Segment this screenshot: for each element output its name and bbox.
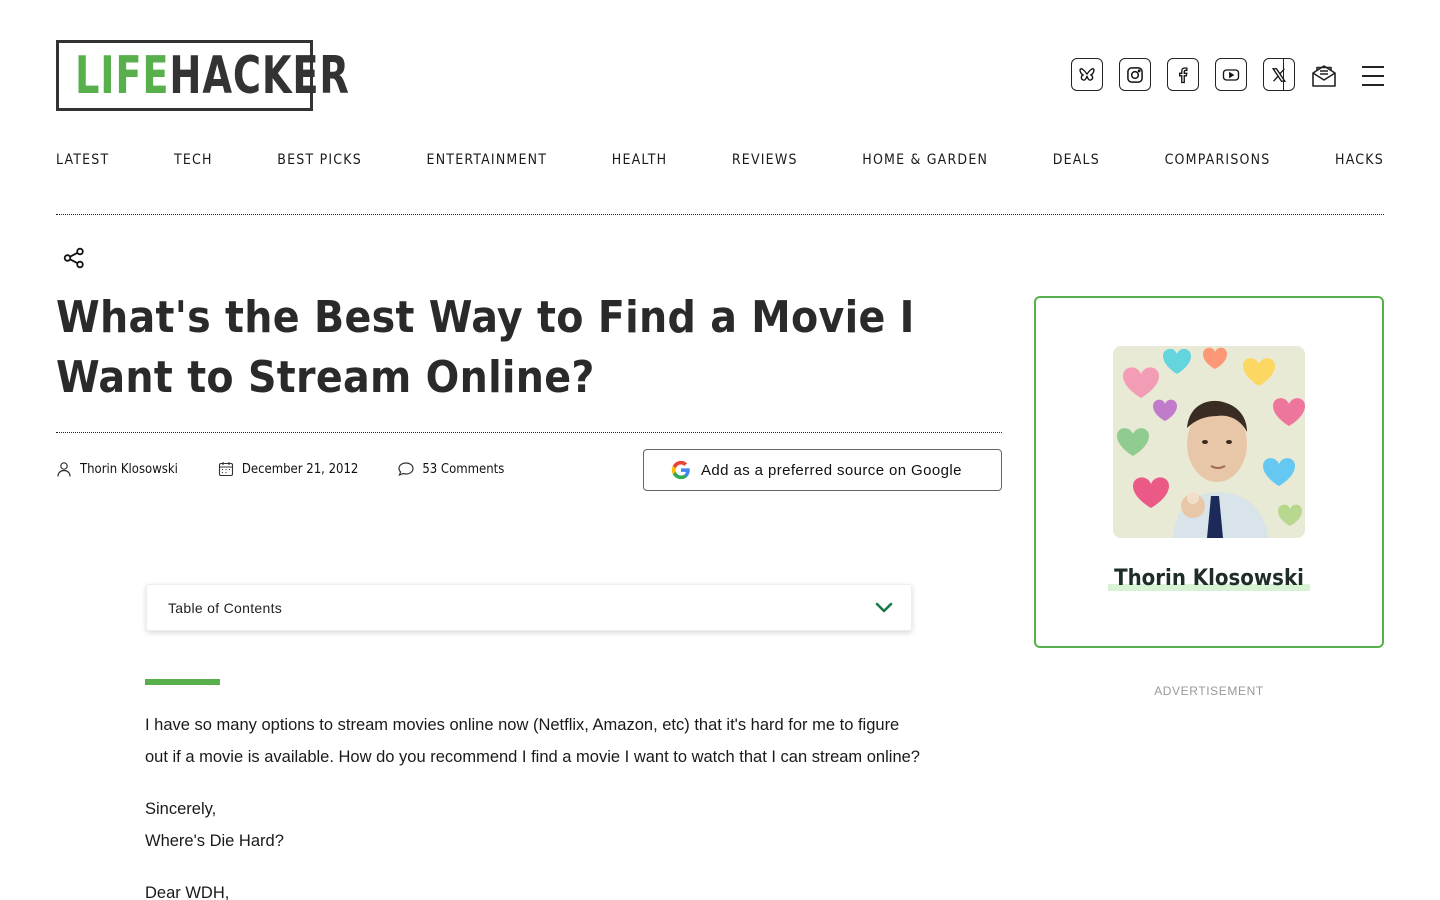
user-icon xyxy=(57,462,71,477)
nav-item-comparisons[interactable]: COMPARISONS xyxy=(1165,152,1271,168)
nav-item-home-garden[interactable]: HOME & GARDEN xyxy=(862,152,988,168)
logo-hacker: HACKER xyxy=(169,45,350,106)
google-preferred-source-button[interactable]: Add as a preferred source on Google xyxy=(643,449,1002,491)
sidebar-author-name[interactable]: Thorin Klosowski xyxy=(1108,566,1310,591)
date-text: December 21, 2012 xyxy=(241,461,359,477)
instagram-icon[interactable] xyxy=(1119,58,1151,91)
nav-item-entertainment[interactable]: ENTERTAINMENT xyxy=(427,152,548,168)
calendar-icon xyxy=(218,462,233,477)
share-icon[interactable] xyxy=(62,246,86,270)
nav-item-best-picks[interactable]: BEST PICKS xyxy=(277,152,362,168)
hamburger-menu-icon[interactable] xyxy=(1362,66,1384,86)
author-name-wrap: Thorin Klosowski xyxy=(1036,566,1382,591)
author-name: Thorin Klosowski xyxy=(80,461,178,477)
google-icon xyxy=(671,460,690,480)
toc-label: Table of Contents xyxy=(168,599,283,616)
paragraph: Dear WDH, xyxy=(145,884,230,900)
youtube-icon[interactable] xyxy=(1215,58,1247,91)
title-divider xyxy=(56,432,1002,433)
header-divider xyxy=(1283,59,1284,91)
main-nav: LATEST TECH BEST PICKS ENTERTAINMENT HEA… xyxy=(56,152,1384,168)
google-button-label: Add as a preferred source on Google xyxy=(701,461,962,479)
accent-bar xyxy=(145,679,220,685)
article-body: I have so many options to stream movies … xyxy=(145,709,920,900)
comment-icon xyxy=(398,462,414,477)
article-meta: Thorin Klosowski December 21, 2012 53 Co… xyxy=(56,458,544,480)
byline[interactable]: Thorin Klosowski xyxy=(56,461,178,477)
advertisement-label: ADVERTISEMENT xyxy=(1154,684,1264,698)
author-photo[interactable] xyxy=(1113,346,1305,538)
x-icon[interactable] xyxy=(1263,58,1295,91)
nav-item-latest[interactable]: LATEST xyxy=(56,152,109,168)
chevron-down-icon xyxy=(875,602,893,612)
author-card: Thorin Klosowski xyxy=(1034,296,1384,648)
logo-life: LIFE xyxy=(75,45,170,106)
nav-item-tech[interactable]: TECH xyxy=(174,152,213,168)
site-logo[interactable]: LIFEHACKER xyxy=(56,40,349,111)
nav-item-deals[interactable]: DEALS xyxy=(1053,152,1100,168)
nav-item-health[interactable]: HEALTH xyxy=(612,152,668,168)
mail-icon[interactable] xyxy=(1310,62,1338,90)
article-title: What's the Best Way to Find a Movie I Wa… xyxy=(56,292,915,403)
nav-item-reviews[interactable]: REVIEWS xyxy=(732,152,798,168)
comments-link[interactable]: 53 Comments xyxy=(398,461,504,477)
publish-date: December 21, 2012 xyxy=(218,461,358,477)
table-of-contents[interactable]: Table of Contents xyxy=(146,584,912,631)
comments-count: 53 Comments xyxy=(422,461,505,477)
paragraph: Sincerely, Where's Die Hard? xyxy=(145,800,284,850)
bluesky-icon[interactable] xyxy=(1071,58,1103,91)
nav-divider xyxy=(56,214,1384,215)
paragraph: I have so many options to stream movies … xyxy=(145,716,920,766)
facebook-icon[interactable] xyxy=(1167,58,1199,91)
nav-item-hacks[interactable]: HACKS xyxy=(1335,152,1384,168)
social-links xyxy=(1071,58,1295,91)
